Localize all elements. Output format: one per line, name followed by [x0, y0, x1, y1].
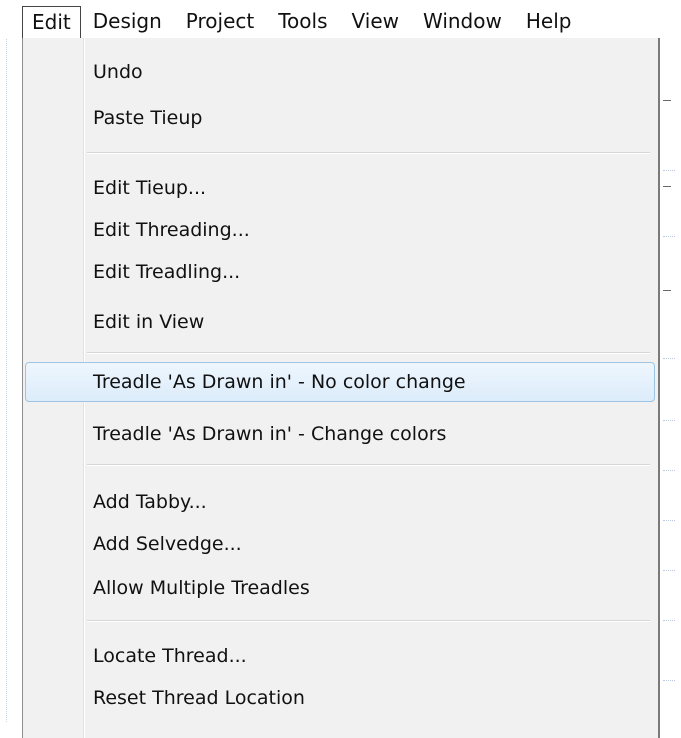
menu-bar: Edit Design Project Tools View Window He… [0, 0, 681, 38]
background-tick [663, 358, 675, 359]
menu-item-undo[interactable]: Undo [93, 52, 143, 92]
menu-help[interactable]: Help [514, 6, 584, 38]
background-tick [663, 620, 675, 621]
background-tick [663, 420, 675, 421]
menu-item-edit-threading[interactable]: Edit Threading... [93, 210, 250, 250]
background-tick [663, 470, 675, 471]
background-tick [663, 186, 671, 187]
menu-tools[interactable]: Tools [266, 6, 339, 38]
background-tick [663, 680, 675, 681]
menu-item-edit-tieup[interactable]: Edit Tieup... [93, 168, 206, 208]
menu-item-allow-multiple-treadles[interactable]: Allow Multiple Treadles [93, 568, 310, 608]
edit-dropdown-menu: Undo Paste Tieup Edit Tieup... Edit Thre… [22, 38, 660, 738]
menu-item-treadle-as-drawn-no-color-change[interactable]: Treadle 'As Drawn in' - No color change [93, 362, 466, 402]
menu-edit[interactable]: Edit [22, 6, 81, 38]
menu-item-edit-treadling[interactable]: Edit Treadling... [93, 252, 240, 292]
menu-item-reset-thread-location[interactable]: Reset Thread Location [93, 678, 305, 718]
menu-window[interactable]: Window [411, 6, 514, 38]
menu-item-add-selvedge[interactable]: Add Selvedge... [93, 524, 242, 564]
background-tick [663, 290, 671, 291]
background-tick [663, 170, 675, 171]
menu-project[interactable]: Project [174, 6, 266, 38]
background-tick [663, 100, 671, 101]
background-tick [663, 570, 675, 571]
menu-item-treadle-as-drawn-change-colors[interactable]: Treadle 'As Drawn in' - Change colors [93, 414, 446, 454]
background-tick [663, 520, 675, 521]
menu-separator [87, 152, 650, 154]
menu-item-edit-in-view[interactable]: Edit in View [93, 302, 204, 342]
menu-item-locate-thread[interactable]: Locate Thread... [93, 636, 247, 676]
menu-design[interactable]: Design [81, 6, 174, 38]
menu-item-paste-tieup[interactable]: Paste Tieup [93, 98, 202, 138]
menu-view[interactable]: View [340, 6, 411, 38]
menu-item-add-tabby[interactable]: Add Tabby... [93, 482, 207, 522]
background-tick [663, 236, 675, 237]
menu-separator [87, 620, 650, 622]
background-guide [6, 0, 7, 722]
menu-separator [87, 464, 650, 466]
menu-separator [87, 352, 650, 354]
